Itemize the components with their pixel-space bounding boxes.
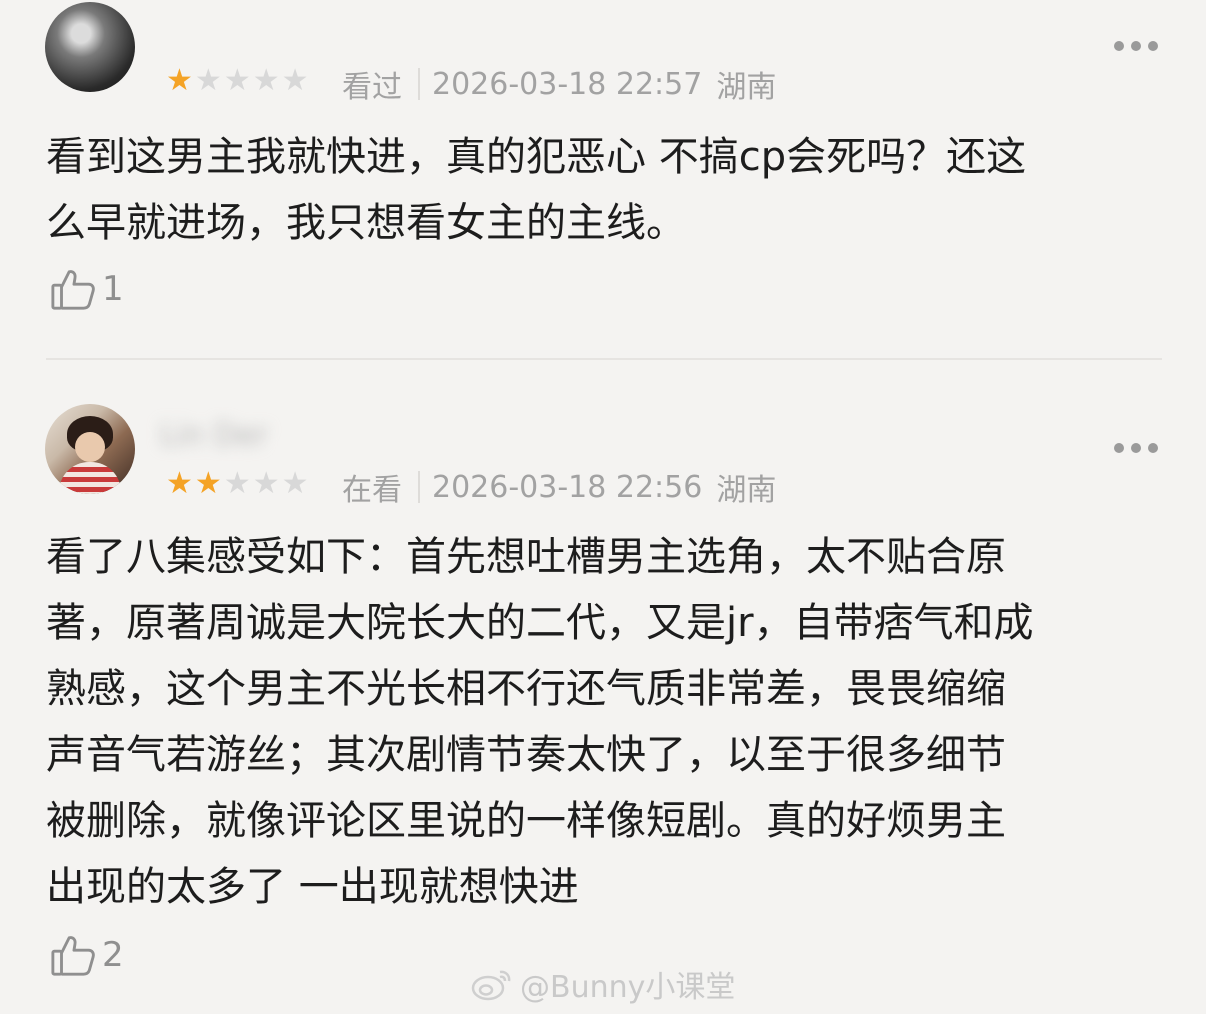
review-content: 看了八集感受如下：首先想吐槽男主选角，太不贴合原 著，原著周诚是大院长大的二代，…: [46, 534, 1034, 910]
star-icon: ★: [194, 466, 222, 501]
username[interactable]: Lin Der: [160, 418, 320, 453]
like-button[interactable]: 1: [50, 266, 124, 312]
like-button[interactable]: 2: [50, 932, 124, 978]
star-icon: ★: [252, 63, 280, 98]
star-icon: ★: [166, 63, 193, 98]
like-count: 1: [102, 269, 124, 309]
username[interactable]: [160, 6, 320, 36]
star-icon: ★: [223, 63, 251, 98]
more-icon[interactable]: [1114, 443, 1158, 453]
timestamp: 2026-03-18 22:56: [432, 469, 703, 505]
watermark: @Bunny小课堂: [470, 962, 735, 1006]
star-icon: ★: [252, 466, 280, 501]
star-icon: ★: [223, 466, 251, 501]
watermark-text: @Bunny小课堂: [520, 970, 736, 1005]
review-meta: 在看 2026-03-18 22:56 湖南: [342, 469, 776, 509]
star-icon: ★: [194, 63, 222, 98]
avatar[interactable]: [45, 2, 135, 92]
rating-stars: ★ ★ ★ ★ ★: [166, 66, 309, 96]
review-meta: 看过 2026-03-18 22:57 湖南: [342, 66, 776, 106]
review-divider: [46, 358, 1162, 360]
rating-stars: ★ ★ ★ ★ ★: [166, 469, 309, 499]
like-count: 2: [102, 935, 124, 975]
star-icon: ★: [166, 466, 193, 501]
thumbs-up-icon: [51, 936, 95, 976]
location: 湖南: [716, 70, 777, 105]
weibo-logo-icon: [471, 970, 511, 1001]
review-content: 看到这男主我就快进，真的犯恶心 不搞cp会死吗？还这 么早就进场，我只想看女主的…: [46, 134, 1027, 246]
star-icon: ★: [281, 466, 309, 501]
review-page: { "reviews": [ { "username": "", "rating…: [0, 0, 1206, 1014]
divider: [418, 68, 420, 100]
star-icon: ★: [281, 63, 309, 98]
more-icon[interactable]: [1114, 41, 1158, 51]
divider: [418, 471, 420, 503]
watch-status: 看过: [342, 70, 402, 105]
thumbs-up-icon: [51, 270, 95, 310]
avatar[interactable]: [45, 404, 135, 494]
watch-status: 在看: [342, 473, 402, 508]
location: 湖南: [716, 473, 777, 508]
timestamp: 2026-03-18 22:57: [432, 66, 703, 102]
